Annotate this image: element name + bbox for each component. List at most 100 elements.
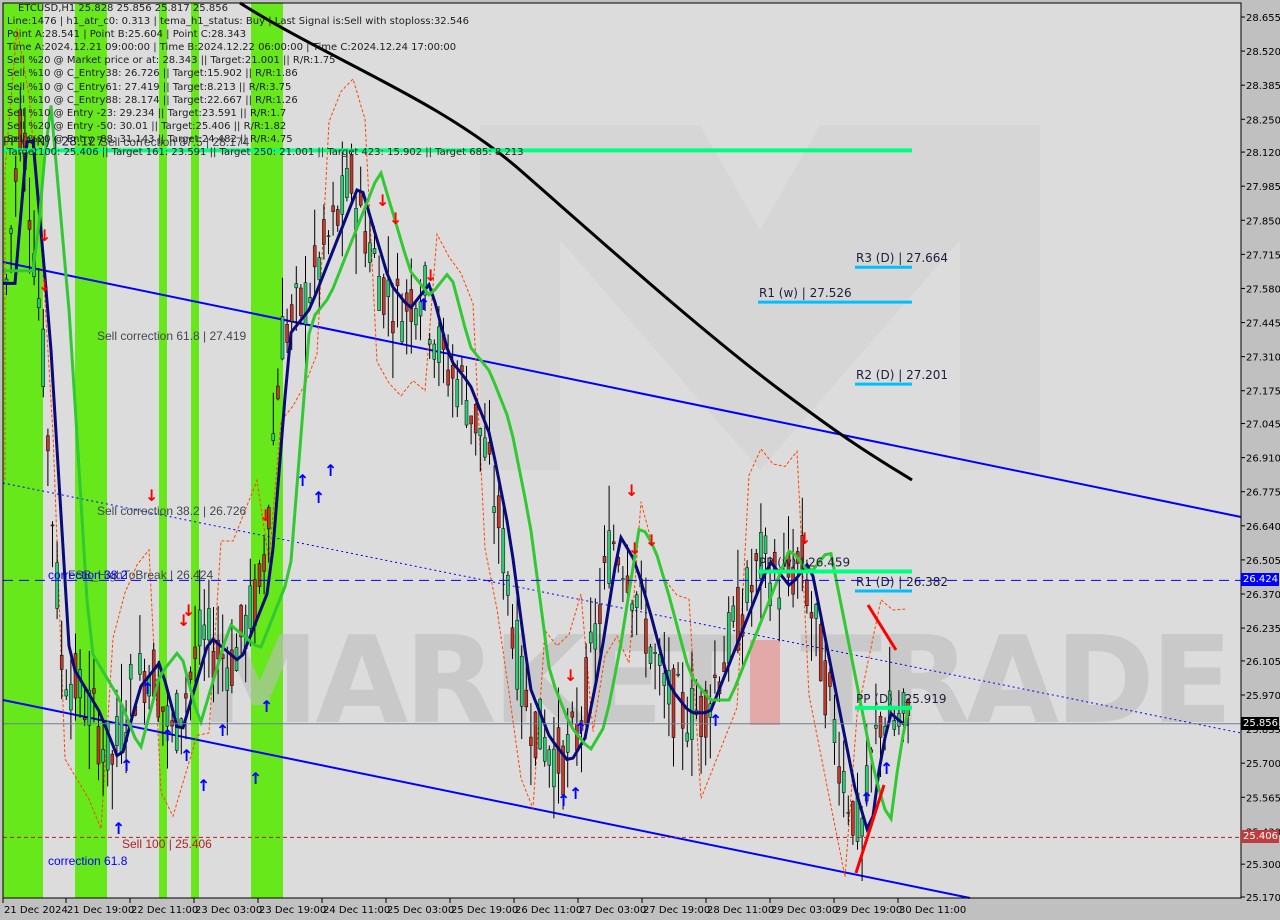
info-line: Sell %20 @ Entry -50: 30.01 || Target:25… [7, 120, 287, 132]
buy-arrow-icon: ↑ [197, 776, 210, 795]
candle-body [303, 282, 308, 325]
info-line: Sell %10 @ C_Entry61: 27.419 || Target:8… [7, 81, 292, 93]
candle-body [165, 705, 170, 727]
candle-body [59, 654, 64, 670]
x-tick-label: 25 Dec 19:00 [451, 905, 518, 916]
candle-body [506, 574, 510, 596]
candle-body [542, 737, 547, 762]
buy-arrow-icon: ↑ [112, 819, 125, 838]
sell-arrow-icon: ↓ [389, 209, 402, 228]
sell-arrow-icon: ↓ [628, 539, 641, 558]
candle-body [271, 433, 276, 441]
info-line: Target100: 25.406 || Target 161: 23.591 … [7, 147, 524, 159]
x-tick-label: 27 Dec 19:00 [643, 905, 710, 916]
candle-body [671, 668, 676, 738]
candle-body [680, 692, 685, 729]
annotation-label: correction 61.8 [48, 854, 128, 868]
info-line: Sell %10 @ C_Entry38: 26.726 || Target:1… [7, 68, 298, 80]
candle-body [285, 323, 289, 343]
candle-body [345, 168, 349, 198]
candle-body [110, 753, 115, 765]
candle-body [395, 278, 400, 287]
sell-arrow-icon: ↓ [376, 191, 389, 210]
price-tag: 26.424 [1241, 573, 1279, 587]
x-tick-label: 29 Dec 03:00 [771, 905, 838, 916]
candle-body [64, 689, 69, 697]
candle-body [119, 704, 124, 753]
y-tick-label: 25.565 [1246, 793, 1280, 804]
candle-body [749, 584, 754, 593]
x-tick-label: 21 Dec 2024 [4, 905, 68, 916]
candle-body [207, 608, 211, 641]
candle-body [340, 175, 345, 215]
candle-body [524, 689, 529, 708]
candle-body [464, 400, 469, 426]
sell-arrow-icon: ↓ [38, 226, 51, 245]
candle-body [602, 556, 607, 563]
watermark-accent [750, 640, 780, 725]
candle-body [257, 563, 262, 587]
buy-arrow-icon: ↑ [880, 759, 893, 778]
candle-body [446, 369, 450, 386]
candle-body [533, 711, 538, 758]
candle-body [248, 585, 253, 629]
candle-body [478, 428, 483, 437]
candle-body [846, 812, 851, 814]
candle-body [437, 326, 441, 363]
x-tick-label: 24 Dec 11:00 [323, 905, 390, 916]
y-tick-label: 28.385 [1246, 81, 1280, 92]
level-label: R1 (D) | 26.382 [856, 575, 948, 589]
buy-arrow-icon: ↑ [574, 719, 587, 738]
candle-body [621, 578, 625, 581]
price-tag: 25.856 [1241, 716, 1279, 730]
y-tick-label: 25.970 [1246, 691, 1280, 702]
info-panel: ETCUSD,H1 25.828 25.856 25.817 25.856 Li… [7, 2, 524, 159]
sell-arrow-icon: ↓ [625, 481, 638, 500]
candle-body [547, 749, 552, 766]
candle-body [69, 683, 73, 711]
info-line: Sell %20 @ Market price or at: 28.343 ||… [7, 55, 336, 67]
buy-arrow-icon: ↑ [324, 461, 337, 480]
candle-body [202, 624, 207, 640]
candle-body [860, 818, 864, 837]
candle-body [823, 660, 828, 716]
buy-arrow-icon: ↑ [569, 784, 582, 803]
info-line: Sell %10 @ C_Entry88: 28.174 || Target:2… [7, 94, 298, 106]
x-tick-label: 21 Dec 19:00 [67, 905, 134, 916]
y-tick-label: 28.520 [1246, 47, 1280, 58]
candle-body [814, 604, 818, 619]
candle-body [349, 154, 354, 194]
candle-body [450, 364, 455, 379]
candle-body [501, 528, 506, 574]
candle-body [607, 530, 611, 584]
y-tick-label: 26.235 [1246, 624, 1280, 635]
candle-body [289, 304, 294, 322]
buy-arrow-icon: ↑ [260, 697, 273, 716]
candle-body [128, 664, 133, 680]
buy-arrow-icon: ↑ [216, 721, 229, 740]
candle-body [197, 609, 202, 647]
candle-body [565, 734, 570, 753]
candle-body [432, 343, 437, 360]
candle-body [36, 298, 41, 309]
buy-arrow-icon: ↑ [120, 756, 133, 775]
candle-body [874, 724, 878, 729]
info-line: Sell %20 @ Entry -88: 31.143 || Target:2… [7, 133, 293, 145]
watermark-text: MARKET [200, 612, 742, 751]
candle-body [519, 655, 524, 707]
info-line: Time A:2024.12.21 09:00:00 | Time B:2024… [7, 42, 457, 54]
candle-body [496, 495, 501, 529]
candle-body [115, 716, 119, 747]
candle-body [138, 653, 142, 675]
candle-body [82, 717, 87, 721]
candle-body [653, 651, 657, 654]
candle-body [469, 415, 473, 425]
candle-body [763, 535, 768, 554]
sell-arrow-icon: ↓ [424, 266, 437, 285]
candle-body [515, 620, 519, 690]
candle-body [9, 228, 13, 234]
sell-arrow-icon: ↓ [38, 276, 51, 295]
candle-body [101, 749, 105, 763]
x-tick-label: 23 Dec 19:00 [259, 905, 326, 916]
candle-body [312, 245, 317, 268]
